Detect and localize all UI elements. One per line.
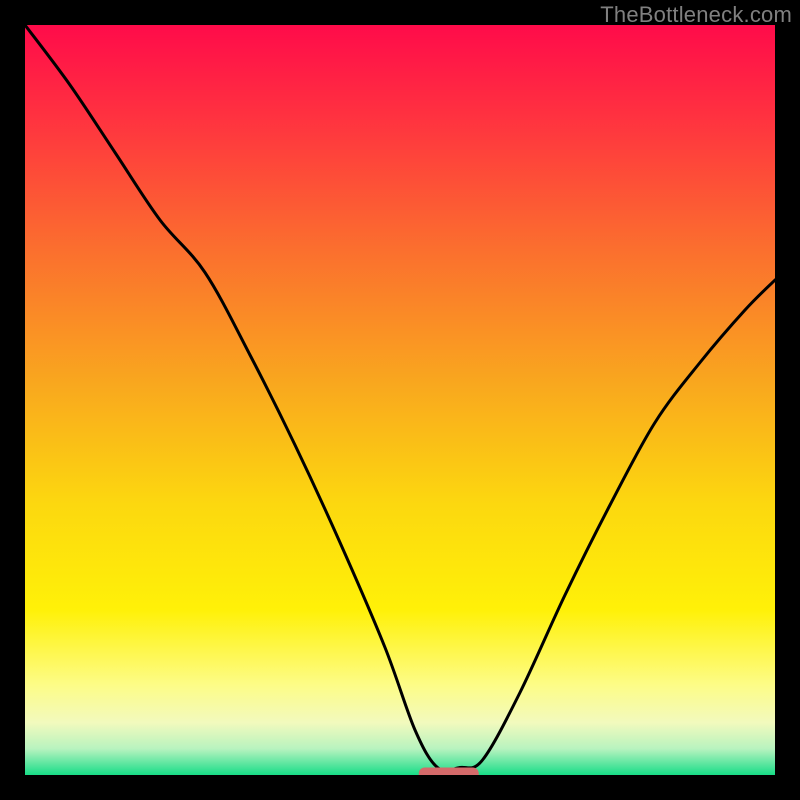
chart-svg	[25, 25, 775, 775]
optimal-marker	[419, 768, 479, 776]
plot-area	[25, 25, 775, 775]
watermark-text: TheBottleneck.com	[600, 2, 792, 28]
gradient-background	[25, 25, 775, 775]
chart-frame: TheBottleneck.com	[0, 0, 800, 800]
